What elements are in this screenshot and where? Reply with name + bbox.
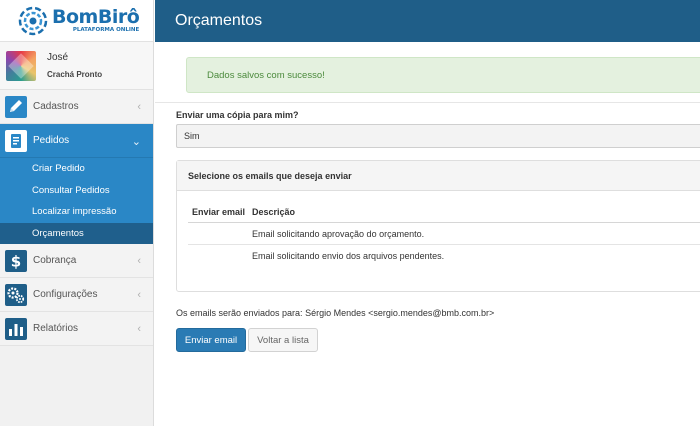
sidebar: BomBirô PLATAFORMA ONLINE José Crachá Pr… [0,0,154,426]
column-header-send: Enviar email [192,206,246,217]
sidebar-item-pedidos[interactable]: Pedidos ⌄ [0,124,153,158]
logo[interactable]: BomBirô PLATAFORMA ONLINE [0,0,153,42]
submenu-orcamentos[interactable]: Orçamentos [0,222,153,244]
row-description: Email solicitando aprovação do orçamento… [252,228,425,239]
logo-swirl-icon [18,6,48,36]
row-description: Email solicitando envio dos arquivos pen… [252,251,445,261]
copy-select-value: Sim [184,131,200,141]
sidebar-item-relatorios[interactable]: Relatórios ‹ [0,312,153,346]
chevron-left-icon: ‹ [137,255,141,267]
gears-icon [5,283,27,306]
main-content: Dados salvos com sucesso! Enviar uma cóp… [155,42,700,426]
table-row: Email solicitando envio dos arquivos pen… [188,245,700,267]
svg-text:$: $ [11,252,21,270]
sidebar-item-label: Cobrança [33,255,77,266]
sidebar-item-cobranca[interactable]: $ Cobrança ‹ [0,244,153,278]
page-title: Orçamentos [175,12,263,29]
success-alert: Dados salvos com sucesso! [186,57,700,93]
user-profile[interactable]: José Crachá Pronto [0,42,153,90]
pencil-icon [5,95,27,118]
sidebar-item-configuracoes[interactable]: Configurações ‹ [0,278,153,312]
table-header-row: Enviar email Descrição [188,201,700,223]
submenu-consultar-pedidos[interactable]: Consultar Pedidos [0,180,153,202]
table-row: Email solicitando aprovação do orçamento… [188,223,700,245]
brand-subtitle: PLATAFORMA ONLINE [72,26,140,33]
sidebar-item-label: Configurações [33,289,98,300]
user-name: José [47,52,69,63]
chevron-down-icon: ⌄ [131,136,141,148]
submenu-criar-pedido[interactable]: Criar Pedido [0,158,153,180]
copy-field-label: Enviar uma cópia para mim? [176,110,299,120]
sidebar-item-label: Cadastros [33,101,79,112]
avatar [6,50,36,81]
recipients-text: Os emails serão enviados para: Sérgio Me… [176,308,495,318]
sidebar-item-cadastros[interactable]: Cadastros ‹ [0,90,153,124]
alert-message: Dados salvos com sucesso! [207,69,325,81]
pedidos-submenu: Criar Pedido Consultar Pedidos Localizar… [0,158,153,244]
send-email-button[interactable]: Enviar email [176,328,246,352]
header-bar: Orçamentos [155,0,700,42]
chevron-left-icon: ‹ [137,101,141,113]
clipboard-icon [5,129,27,152]
chevron-left-icon: ‹ [137,289,141,301]
sidebar-item-label: Pedidos [33,135,70,146]
emails-panel: Selecione os emails que deseja enviar En… [176,160,700,292]
submenu-localizar-impressao[interactable]: Localizar impressão [0,201,153,223]
column-header-description: Descrição [252,206,296,217]
sidebar-item-label: Relatórios [33,323,79,334]
back-to-list-button[interactable]: Voltar a lista [248,328,318,352]
emails-table: Enviar email Descrição Email solicitando… [188,201,700,267]
chevron-left-icon: ‹ [137,323,141,335]
emails-panel-title: Selecione os emails que deseja enviar [177,161,700,191]
bar-chart-icon [5,317,27,340]
dollar-icon: $ [5,249,27,272]
brand-title: BomBirô [52,5,140,28]
divider [155,102,700,103]
user-role: Crachá Pronto [47,70,103,79]
copy-select[interactable]: Sim [176,124,700,148]
